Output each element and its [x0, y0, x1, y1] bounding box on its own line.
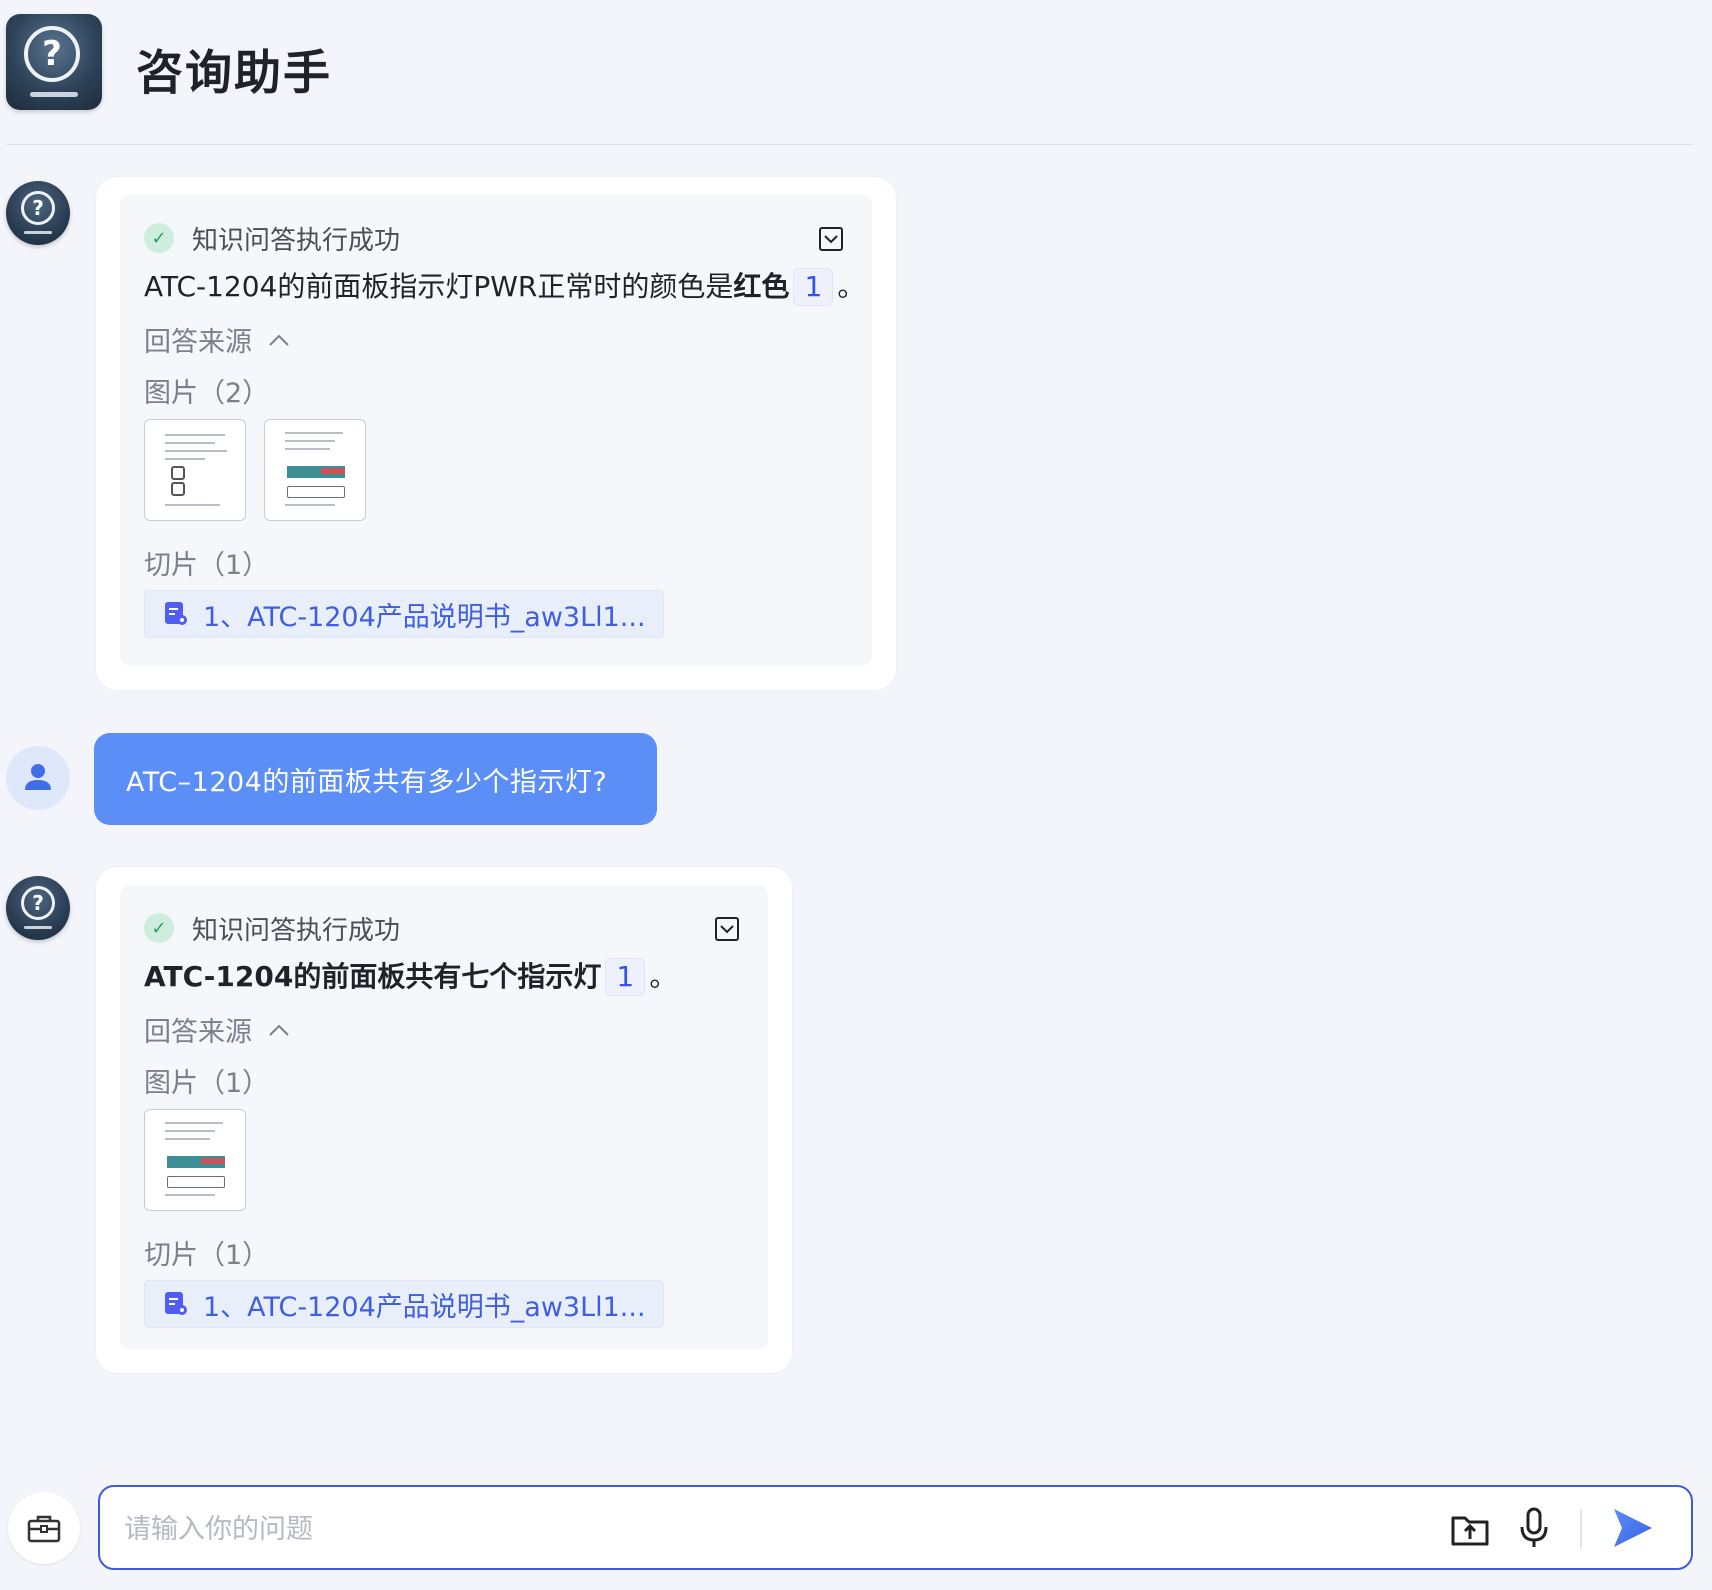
tool-result-card: ✓ 知识问答执行成功 ATC-1204的前面板指示灯PWR正常时的颜色是红色 1。… — [120, 195, 872, 666]
document-search-icon — [165, 602, 187, 626]
bot-message: ✓ 知识问答执行成功 ATC-1204的前面板共有七个指示灯 1。 回答来源 图片… — [95, 866, 793, 1374]
question-mark-icon: ? — [21, 191, 55, 225]
reference-badge[interactable]: 1 — [605, 958, 646, 996]
bot-avatar: ? — [6, 181, 70, 245]
answer-text: ATC-1204的前面板共有七个指示灯 1。 — [144, 955, 677, 996]
image-thumbnail[interactable] — [144, 419, 246, 521]
folder-upload-icon[interactable] — [1450, 1509, 1490, 1549]
question-mark-icon: ? — [21, 886, 55, 920]
check-circle-icon: ✓ — [144, 223, 174, 253]
toolbox-icon — [27, 1515, 61, 1543]
reference-badge[interactable]: 1 — [793, 268, 834, 306]
user-avatar — [6, 746, 70, 810]
answer-text: ATC-1204的前面板指示灯PWR正常时的颜色是红色 1。 — [144, 265, 865, 306]
slices-label: 切片（1） — [144, 550, 270, 581]
app-logo: ? — [6, 14, 102, 110]
images-label: 图片（2） — [144, 378, 270, 409]
collapse-square-icon[interactable] — [819, 227, 843, 251]
page-title: 咨询助手 — [136, 46, 332, 101]
chat-input-box — [98, 1485, 1693, 1570]
bot-message: ✓ 知识问答执行成功 ATC-1204的前面板指示灯PWR正常时的颜色是红色 1。… — [95, 176, 897, 691]
answer-source-toggle[interactable]: 回答来源 — [144, 320, 290, 359]
chevron-up-icon — [269, 334, 289, 346]
user-message: ATC–1204的前面板共有多少个指示灯? — [94, 733, 657, 825]
question-mark-icon: ? — [24, 26, 80, 82]
image-thumbnail[interactable] — [144, 1109, 246, 1211]
answer-source-toggle[interactable]: 回答来源 — [144, 1010, 290, 1049]
slice-item-link[interactable]: 1、ATC-1204产品说明书_aw3Ll1... — [144, 1280, 664, 1328]
microphone-icon[interactable] — [1517, 1507, 1551, 1549]
divider — [1580, 1509, 1582, 1549]
status-text: 知识问答执行成功 — [192, 915, 401, 946]
question-input[interactable] — [122, 1503, 1366, 1555]
collapse-square-icon[interactable] — [715, 917, 739, 941]
toolbox-button[interactable] — [8, 1492, 80, 1564]
chevron-up-icon — [269, 1024, 289, 1036]
status-text: 知识问答执行成功 — [192, 225, 401, 256]
bot-avatar: ? — [6, 876, 70, 940]
slice-item-link[interactable]: 1、ATC-1204产品说明书_aw3Ll1... — [144, 590, 664, 638]
tool-result-card: ✓ 知识问答执行成功 ATC-1204的前面板共有七个指示灯 1。 回答来源 图片… — [120, 885, 768, 1349]
document-search-icon — [165, 1292, 187, 1316]
header: ? 咨询助手 — [6, 14, 1694, 145]
user-icon — [25, 764, 51, 790]
images-label: 图片（1） — [144, 1068, 270, 1099]
send-icon[interactable] — [1610, 1505, 1654, 1551]
check-circle-icon: ✓ — [144, 913, 174, 943]
slices-label: 切片（1） — [144, 1240, 270, 1271]
image-thumbnail[interactable] — [264, 419, 366, 521]
